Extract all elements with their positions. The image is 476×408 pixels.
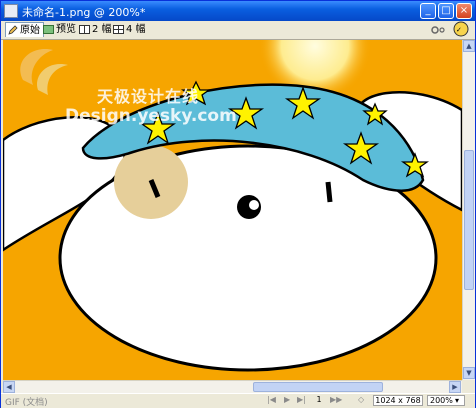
first-frame-button[interactable]: |◀: [267, 395, 276, 404]
app-window: 未命名-1.png @ 200%* _ □ × 原始 预览 2 幅 4 幅 ✓: [0, 0, 476, 408]
document-canvas[interactable]: 天极设计在线 Design.yesky.com: [3, 40, 462, 380]
status-bar: GIF (文档) |◀ ▶ ▶| 1 ▶▶ ◇ 1024 x 768 200% …: [1, 393, 475, 408]
scroll-left-arrow[interactable]: ◀: [3, 381, 15, 393]
tab-label: 原始: [20, 24, 40, 36]
close-icon: ×: [459, 5, 469, 16]
zoom-dropdown-icon[interactable]: ▾: [455, 396, 459, 405]
file-format-label: GIF (文档): [5, 398, 48, 408]
pencil-icon: [8, 25, 18, 35]
scroll-up-arrow[interactable]: ▲: [463, 40, 475, 52]
four-up-icon: [113, 25, 124, 34]
scroll-right-arrow[interactable]: ▶: [449, 381, 461, 393]
tab-label: 2 幅: [92, 24, 112, 35]
next-frame-button[interactable]: ▶|: [297, 395, 306, 404]
app-icon: [4, 4, 18, 18]
svg-text:✓: ✓: [456, 26, 462, 34]
frame-number: 1: [316, 395, 322, 404]
minimize-button[interactable]: _: [420, 3, 436, 19]
tab-label: 预览: [56, 24, 76, 35]
scroll-down-arrow[interactable]: ▼: [463, 367, 475, 379]
window-title: 未命名-1.png @ 200%*: [22, 6, 146, 19]
nose-highlight: [249, 200, 259, 210]
tab-preview[interactable]: 预览: [41, 22, 79, 37]
maximize-icon: □: [441, 5, 451, 16]
close-button[interactable]: ×: [456, 3, 472, 19]
vertical-scrollbar[interactable]: ▲ ▼: [462, 40, 475, 380]
watermark-en: Design.yesky.com: [65, 106, 237, 126]
tab-label: 4 幅: [126, 24, 146, 35]
settings-icon[interactable]: [429, 23, 447, 37]
watermark-cn: 天极设计在线: [97, 87, 200, 106]
tab-two-up[interactable]: 2 幅: [77, 22, 115, 37]
loop-icon[interactable]: ◇: [358, 395, 364, 404]
horizontal-scroll-thumb[interactable]: [253, 382, 383, 392]
eye-dropper-icon[interactable]: ✓: [452, 21, 472, 38]
artwork: [3, 40, 462, 380]
title-bar[interactable]: 未命名-1.png @ 200%* _ □ ×: [1, 1, 475, 21]
minimize-icon: _: [425, 5, 431, 16]
canvas-size: 1024 x 768: [373, 395, 423, 406]
right-eye: [325, 181, 333, 203]
tab-four-up[interactable]: 4 幅: [111, 22, 149, 37]
view-tabs: 原始 预览 2 幅 4 幅 ✓: [1, 21, 475, 40]
tab-original[interactable]: 原始: [5, 22, 44, 37]
play-button[interactable]: ▶: [284, 395, 290, 404]
image-preview-icon: [43, 25, 54, 34]
zoom-select[interactable]: 200%: [427, 395, 465, 406]
vertical-scroll-thumb[interactable]: [464, 150, 474, 290]
two-up-icon: [79, 25, 90, 34]
maximize-button[interactable]: □: [438, 3, 454, 19]
horizontal-scrollbar[interactable]: ◀ ▶: [3, 380, 462, 393]
last-frame-button[interactable]: ▶▶: [330, 395, 342, 404]
